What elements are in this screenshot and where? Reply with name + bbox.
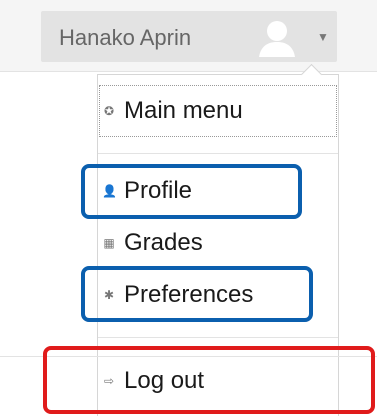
user-avatar-icon: [259, 21, 295, 57]
user-name: Hanako Aprin: [59, 25, 192, 50]
grades-icon: ▦: [103, 236, 115, 250]
highlight-preferences: [81, 266, 313, 322]
caret-down-icon: ▼: [317, 30, 329, 44]
highlight-log-out: [43, 346, 375, 414]
menu-item-main-menu[interactable]: ✪ Main menu: [99, 85, 337, 137]
menu-item-grades[interactable]: ▦ Grades: [100, 219, 336, 267]
menu-item-label: Main menu: [124, 97, 243, 124]
highlight-profile: [81, 164, 302, 219]
main-menu-icon: ✪: [103, 104, 115, 118]
menu-divider: [98, 153, 338, 154]
user-menu-toggle[interactable]: Hanako Aprin ▼: [41, 11, 337, 62]
menu-divider: [98, 337, 338, 338]
menu-item-label: Grades: [124, 229, 203, 256]
